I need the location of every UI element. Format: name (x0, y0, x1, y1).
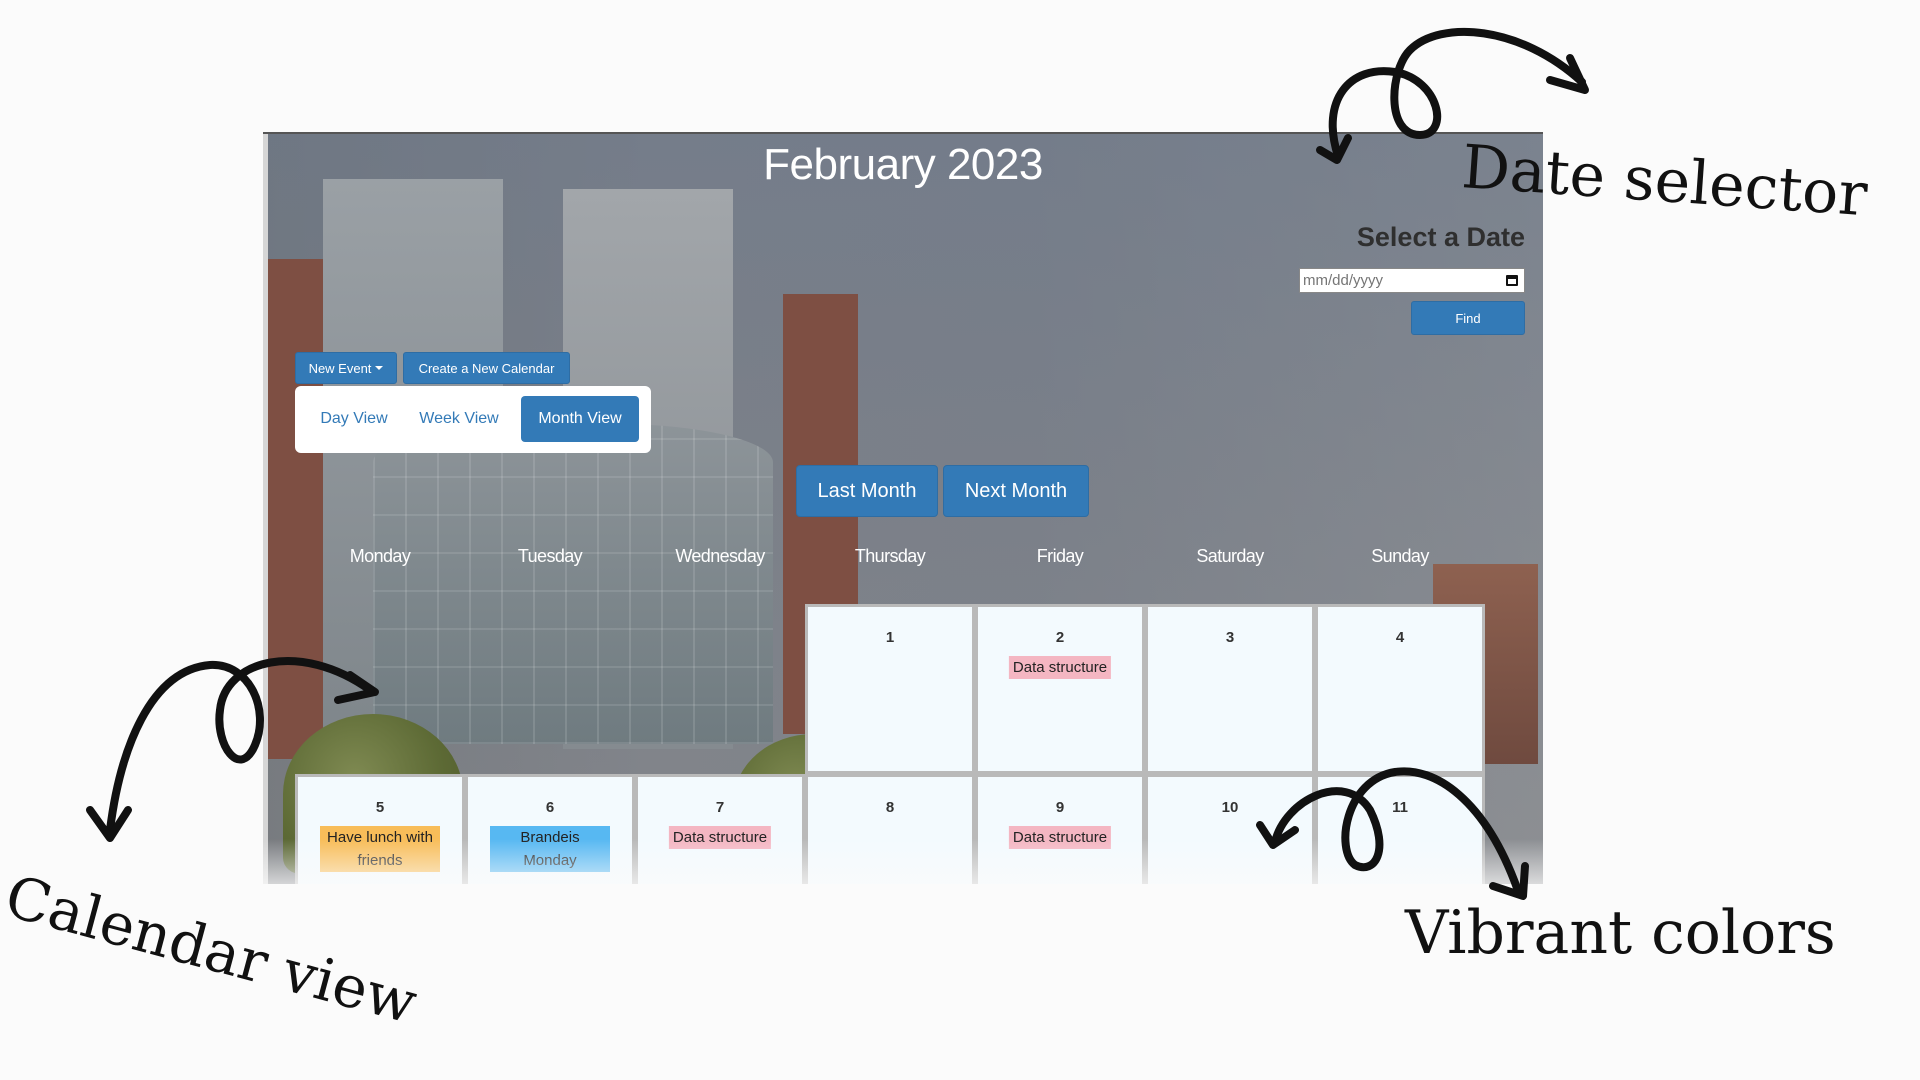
next-month-button[interactable]: Next Month (943, 465, 1089, 517)
weekday-header: Monday (349, 546, 411, 566)
background-building (373, 424, 773, 744)
day-number: 6 (545, 799, 555, 816)
weekday-header: Sunday (1371, 546, 1429, 566)
tab-day-view[interactable]: Day View (305, 396, 403, 442)
weekday-header: Saturday (1196, 546, 1264, 566)
day-cell[interactable]: 3 (1145, 604, 1315, 774)
caret-down-icon (375, 366, 384, 370)
weekday-header: Wednesday (675, 546, 765, 566)
last-month-button[interactable]: Last Month (796, 465, 938, 517)
day-cell[interactable]: 2 Data structure (975, 604, 1145, 774)
annotation-arrow-icon (1316, 27, 1589, 164)
day-cell[interactable]: 9 Data structure (975, 774, 1145, 884)
annotation-calendar-view: Calendar view (0, 862, 424, 1037)
day-cell[interactable]: 4 (1315, 604, 1485, 774)
event-chip[interactable]: Data structure (668, 826, 772, 849)
calendar-icon[interactable] (1506, 275, 1518, 286)
event-chip[interactable]: Data structure (1008, 656, 1112, 679)
annotation-arrow-icon (1256, 767, 1529, 900)
background-building (563, 189, 733, 749)
tab-week-view[interactable]: Week View (409, 396, 509, 442)
event-chip[interactable]: Brandeis Monday (490, 826, 610, 872)
day-number: 1 (885, 629, 895, 646)
create-calendar-button[interactable]: Create a New Calendar (403, 352, 570, 384)
select-date-label: Select a Date (1356, 222, 1525, 252)
date-input[interactable] (1299, 268, 1525, 293)
weekday-header: Thursday (854, 546, 926, 566)
weekday-header: Friday (1036, 546, 1084, 566)
day-number: 9 (1055, 799, 1065, 816)
weekday-header: Tuesday (517, 546, 583, 566)
day-number: 7 (715, 799, 725, 816)
tab-month-view[interactable]: Month View (521, 396, 639, 442)
day-cell[interactable]: 1 (805, 604, 975, 774)
day-number: 8 (885, 799, 895, 816)
event-chip[interactable]: Data structure (1008, 826, 1112, 849)
new-event-label: New Event (308, 360, 372, 376)
day-cell[interactable]: 6 Brandeis Monday (465, 774, 635, 884)
day-cell[interactable]: 8 (805, 774, 975, 884)
view-switcher: Day View Week View Month View (295, 386, 651, 453)
day-number: 2 (1055, 629, 1065, 646)
day-number: 3 (1225, 629, 1235, 646)
annotation-arrow-icon (86, 657, 379, 842)
new-event-button[interactable]: New Event (295, 352, 397, 384)
day-number: 4 (1395, 629, 1405, 646)
find-button[interactable]: Find (1411, 301, 1525, 335)
day-cell[interactable]: 7 Data structure (635, 774, 805, 884)
